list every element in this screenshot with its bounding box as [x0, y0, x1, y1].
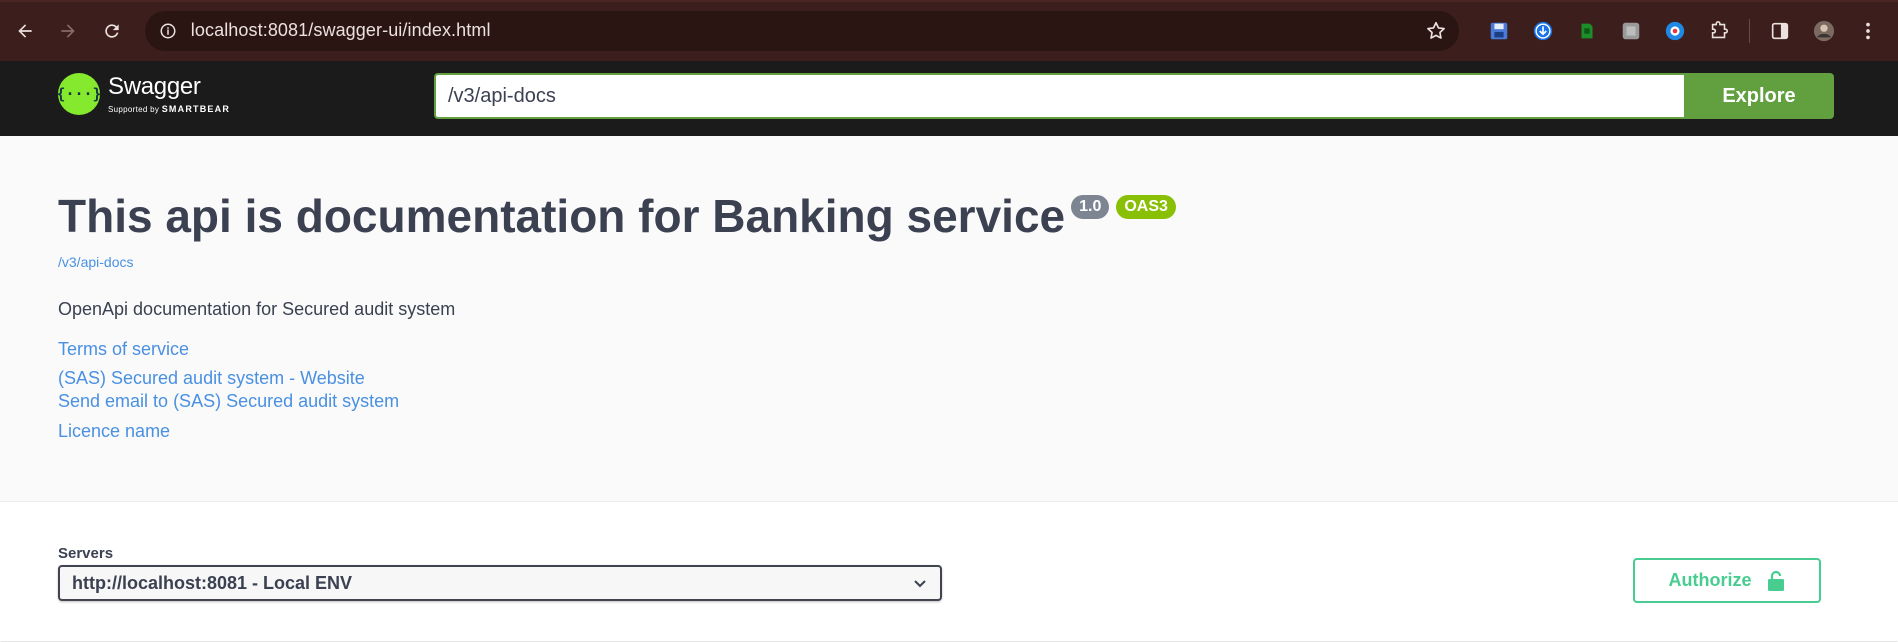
download-extension[interactable]: [1531, 19, 1555, 43]
api-info-section: This api is documentation for Banking se…: [0, 136, 1898, 502]
unlocked-padlock-icon: [1767, 570, 1784, 591]
explore-button[interactable]: Explore: [1684, 73, 1834, 119]
blue-extension-icon: [1665, 21, 1685, 40]
green-extension-icon: [1581, 23, 1593, 38]
green-extension[interactable]: [1575, 19, 1599, 43]
api-description: OpenApi documentation for Secured audit …: [58, 299, 456, 319]
servers-select[interactable]: http://localhost:8081 - Local ENV: [58, 565, 942, 601]
side-panel-icon: [1771, 22, 1789, 39]
toolbar-divider: [1749, 18, 1751, 43]
website-link[interactable]: (SAS) Secured audit system - Website: [58, 368, 365, 389]
swagger-logo-text: Swagger Supported by SMARTBEAR: [108, 73, 230, 115]
save-extension[interactable]: [1487, 19, 1511, 43]
browser-menu-button[interactable]: [1856, 19, 1880, 43]
puzzle-extensions-icon: [1711, 20, 1729, 38]
profile-avatar-icon: [1813, 20, 1835, 41]
authorize-label: Authorize: [1668, 570, 1752, 590]
selected-server[interactable]: http://localhost:8081 - Local ENV: [72, 573, 912, 594]
swagger-logo[interactable]: {···} Swagger Supported by SMARTBEAR: [56, 73, 230, 115]
servers-label: Servers: [58, 545, 114, 562]
spec-url-link[interactable]: /v3/api-docs: [58, 254, 133, 270]
version-badge: 1.0: [1071, 195, 1110, 219]
authorize-button[interactable]: Authorize: [1633, 558, 1821, 603]
reload-button[interactable]: [95, 14, 129, 48]
side-panel-button[interactable]: [1768, 19, 1792, 43]
download-extension-icon: [1533, 21, 1553, 40]
blue-extension[interactable]: [1663, 19, 1687, 43]
api-title: This api is documentation for Banking se…: [58, 190, 1066, 242]
licence-link[interactable]: Licence name: [58, 421, 170, 442]
explore-form: Explore: [434, 73, 1834, 119]
site-info-icon[interactable]: [159, 22, 177, 40]
back-button[interactable]: [8, 14, 42, 48]
reload-icon: [105, 23, 119, 38]
browser-toolbar: localhost:8081/swagger-ui/index.html: [0, 0, 1898, 61]
extensions-menu-button[interactable]: [1707, 19, 1731, 43]
spec-url-input[interactable]: [434, 73, 1684, 119]
grey-extension-icon: [1622, 22, 1640, 39]
swagger-topbar: {···} Swagger Supported by SMARTBEAR Exp…: [0, 61, 1898, 136]
chevron-down-icon: [914, 580, 926, 588]
save-extension-icon: [1490, 22, 1508, 39]
address-url[interactable]: localhost:8081/swagger-ui/index.html: [191, 20, 1425, 41]
grey-extension[interactable]: [1619, 19, 1643, 43]
swagger-logo-subtitle: Supported by SMARTBEAR: [108, 104, 230, 114]
api-title-row: This api is documentation for Banking se…: [58, 188, 1176, 244]
extensions-bar: [1477, 18, 1890, 43]
oas-badge: OAS3: [1116, 195, 1176, 219]
swagger-logo-icon: {···}: [56, 73, 102, 115]
forward-icon: [61, 23, 76, 38]
profile-button[interactable]: [1812, 19, 1836, 43]
forward-button[interactable]: [52, 14, 86, 48]
bookmark-star-icon[interactable]: [1425, 20, 1447, 42]
back-icon: [18, 23, 32, 38]
swagger-logo-name: Swagger: [108, 73, 201, 100]
logo-sub-brand: SMARTBEAR: [161, 104, 231, 114]
address-bar[interactable]: localhost:8081/swagger-ui/index.html: [144, 10, 1460, 51]
menu-kebab-icon: [1866, 22, 1870, 39]
logo-sub-prefix: Supported by: [108, 105, 160, 114]
terms-of-service-link[interactable]: Terms of service: [58, 339, 189, 360]
scheme-container: Servers http://localhost:8081 - Local EN…: [0, 502, 1898, 641]
contact-email-link[interactable]: Send email to (SAS) Secured audit system: [58, 391, 399, 412]
